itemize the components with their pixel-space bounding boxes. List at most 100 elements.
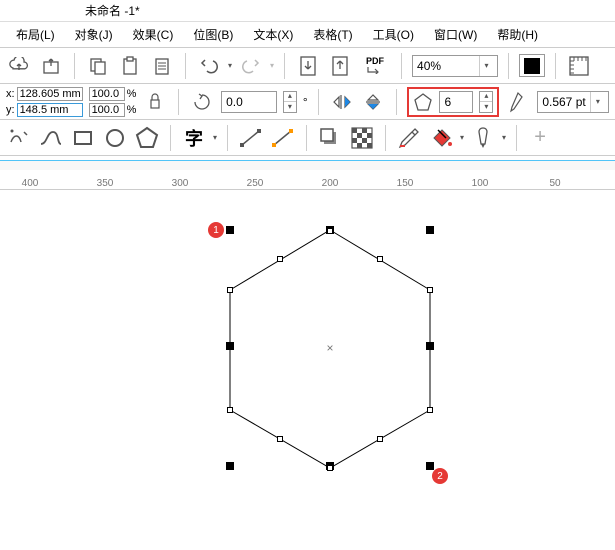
export-icon[interactable]: [38, 53, 64, 79]
sides-spinner[interactable]: ▴ ▾: [479, 91, 493, 113]
spinner-up[interactable]: ▴: [284, 92, 296, 102]
annotation-badge-1: 1: [208, 222, 224, 238]
redo-icon[interactable]: [238, 53, 264, 79]
undo-icon[interactable]: [196, 53, 222, 79]
node-handle[interactable]: [277, 256, 283, 262]
flip-vertical-icon[interactable]: [361, 89, 387, 115]
horizontal-ruler[interactable]: 400 350 300 250 200 150 100 50: [0, 170, 615, 190]
separator: [227, 125, 228, 151]
menu-window[interactable]: 窗口(W): [430, 24, 481, 45]
separator: [385, 125, 386, 151]
menu-effect[interactable]: 效果(C): [129, 24, 178, 45]
rotation-spinner[interactable]: ▴ ▾: [283, 91, 297, 113]
sides-input[interactable]: [440, 92, 470, 112]
undo-dropdown[interactable]: ▾: [228, 62, 232, 70]
polygon-tool-icon[interactable]: [134, 125, 160, 151]
node-handle[interactable]: [427, 287, 433, 293]
connector-tool-icon[interactable]: [270, 125, 296, 151]
menu-table[interactable]: 表格(T): [309, 24, 356, 45]
ruler-label: 100: [472, 178, 489, 189]
zoom-combo[interactable]: ▾: [412, 55, 498, 77]
node-handle[interactable]: [377, 256, 383, 262]
freehand-tool-icon[interactable]: [6, 125, 32, 151]
ruler-label: 50: [549, 178, 560, 189]
stroke-width-combo[interactable]: ▾: [537, 91, 609, 113]
pdf-export-icon[interactable]: PDF: [359, 53, 391, 79]
scale-fields: % %: [89, 86, 137, 118]
menu-layout[interactable]: 布局(L): [12, 24, 59, 45]
separator: [178, 89, 179, 115]
cloud-upload-icon[interactable]: [6, 53, 32, 79]
degree-label: °: [303, 95, 308, 109]
smooth-curve-icon[interactable]: [38, 125, 64, 151]
ruler-icon[interactable]: [566, 53, 592, 79]
separator: [555, 53, 556, 79]
zoom-value[interactable]: [413, 56, 479, 76]
copy-icon[interactable]: [85, 53, 111, 79]
rectangle-tool-icon[interactable]: [70, 125, 96, 151]
redo-dropdown[interactable]: ▾: [270, 62, 274, 70]
scale-y-input[interactable]: [90, 104, 124, 116]
separator: [508, 53, 509, 79]
node-handle[interactable]: [377, 436, 383, 442]
eyedropper-tool-icon[interactable]: [396, 125, 422, 151]
x-label: x:: [6, 88, 15, 100]
menu-bitmap[interactable]: 位图(B): [189, 24, 237, 45]
node-handle[interactable]: [227, 407, 233, 413]
fill-swatch[interactable]: [519, 54, 545, 77]
lock-ratio-icon[interactable]: [142, 89, 168, 115]
toolbar-main: ▾ ▾ PDF ▾: [0, 48, 615, 84]
fill-tool-icon[interactable]: [428, 125, 454, 151]
node-handle[interactable]: [227, 287, 233, 293]
transparency-tool-icon[interactable]: [349, 125, 375, 151]
text-dropdown[interactable]: ▾: [213, 134, 217, 142]
selection-handle[interactable]: [426, 462, 434, 470]
sides-field[interactable]: [439, 91, 473, 113]
menu-text[interactable]: 文本(X): [249, 24, 297, 45]
position-fields: x: y:: [6, 86, 83, 118]
spinner-down[interactable]: ▾: [284, 102, 296, 112]
spinner-down[interactable]: ▾: [480, 102, 492, 112]
node-handle[interactable]: [277, 436, 283, 442]
spinner-up[interactable]: ▴: [480, 92, 492, 102]
node-handle[interactable]: [427, 407, 433, 413]
menu-help[interactable]: 帮助(H): [493, 24, 542, 45]
titlebar: 未命名 -1*: [0, 0, 615, 22]
selection-handle[interactable]: [226, 462, 234, 470]
clipboard-list-icon[interactable]: [149, 53, 175, 79]
import-icon[interactable]: [295, 53, 321, 79]
width-input[interactable]: [18, 88, 82, 100]
menu-tool[interactable]: 工具(O): [369, 24, 418, 45]
separator: [396, 89, 397, 115]
outline-pen-icon[interactable]: [505, 89, 531, 115]
dimension-tool-icon[interactable]: [238, 125, 264, 151]
chevron-down-icon[interactable]: ▾: [479, 56, 493, 76]
height-input[interactable]: [18, 104, 82, 116]
add-tool-icon[interactable]: +: [527, 125, 553, 151]
node-handle[interactable]: [327, 228, 333, 234]
selection-handle[interactable]: [226, 342, 234, 350]
export-page-icon[interactable]: [327, 53, 353, 79]
text-tool-icon[interactable]: 字: [181, 125, 207, 151]
rotate-icon[interactable]: [189, 89, 215, 115]
fill-dropdown[interactable]: ▾: [460, 134, 464, 142]
chevron-down-icon[interactable]: ▾: [590, 92, 604, 112]
stroke-width-input[interactable]: [538, 92, 590, 112]
drop-shadow-icon[interactable]: [317, 125, 343, 151]
selection-handle[interactable]: [426, 226, 434, 234]
rotation-input[interactable]: [222, 92, 274, 112]
canvas[interactable]: × 1 2: [0, 190, 615, 540]
selection-handle[interactable]: [426, 342, 434, 350]
flip-horizontal-icon[interactable]: [329, 89, 355, 115]
node-handle[interactable]: [327, 465, 333, 471]
menu-object[interactable]: 对象(J): [71, 24, 117, 45]
ellipse-tool-icon[interactable]: [102, 125, 128, 151]
property-bar: x: y: % % ▴ ▾ °: [0, 84, 615, 120]
rotation-field[interactable]: [221, 91, 277, 113]
pen-outline-icon[interactable]: [470, 125, 496, 151]
separator: [306, 125, 307, 151]
pen-dropdown[interactable]: ▾: [502, 134, 506, 142]
paste-icon[interactable]: [117, 53, 143, 79]
scale-x-input[interactable]: [90, 88, 124, 100]
selection-handle[interactable]: [226, 226, 234, 234]
